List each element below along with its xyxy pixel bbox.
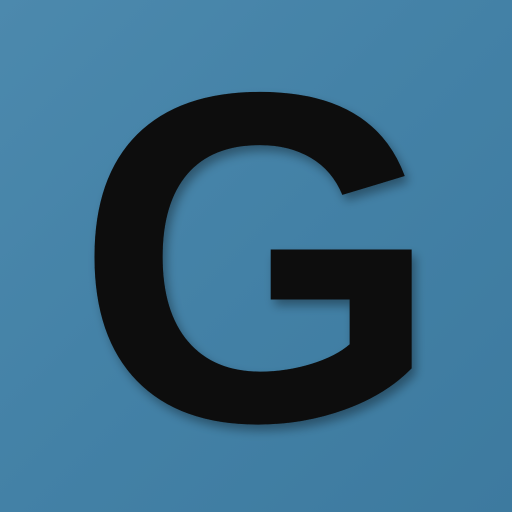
letter-g: G (75, 0, 441, 512)
app-icon-tile: G (0, 0, 512, 512)
letter-g-glyph: G (75, 0, 441, 512)
